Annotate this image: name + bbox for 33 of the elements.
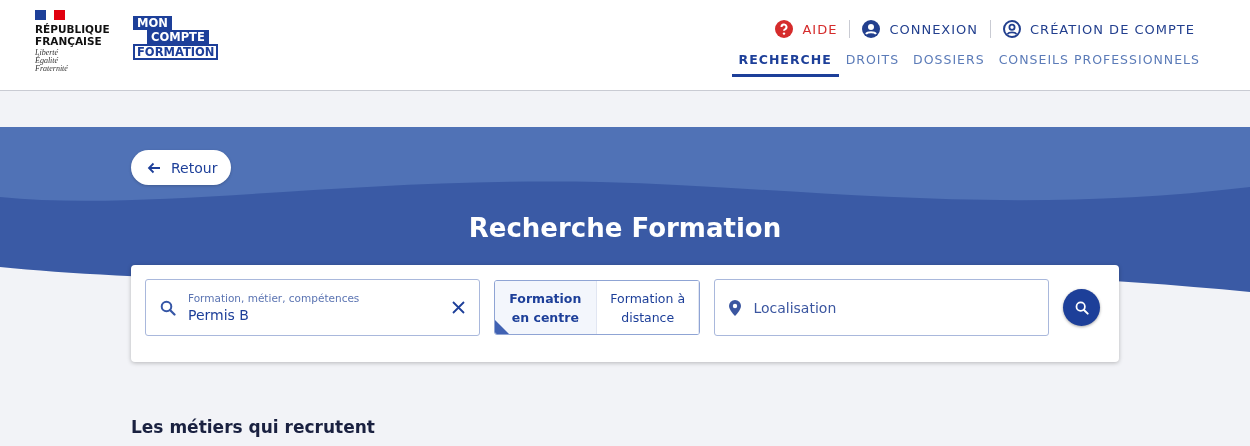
nav-tab[interactable]: RECHERCHE: [731, 52, 839, 77]
arrow-left-icon: [147, 161, 161, 174]
logo-word: MON: [133, 16, 172, 30]
search-button[interactable]: [1063, 289, 1100, 326]
location-field[interactable]: Localisation: [714, 279, 1050, 336]
user-icon: [862, 20, 881, 38]
motto-line: Fraternité: [35, 65, 69, 73]
header-link[interactable]: CONNEXION: [849, 20, 991, 38]
help-icon: [775, 20, 794, 38]
motto-line: Égalité: [35, 57, 59, 65]
close-icon[interactable]: [451, 301, 465, 314]
logo-word: FORMATION: [133, 44, 219, 60]
nav-tab[interactable]: DOSSIERS: [906, 52, 992, 77]
header-link[interactable]: CRÉATION DE COMPTE: [990, 20, 1207, 38]
location-placeholder: Localisation: [753, 299, 837, 316]
header-link[interactable]: AIDE: [763, 20, 850, 38]
user-icon: [1003, 20, 1022, 38]
search-field[interactable]: Formation, métier, compétences Permis B: [145, 279, 480, 336]
logo-word: COMPTE: [147, 30, 209, 44]
nav-tab[interactable]: CONSEILS PROFESSIONNELS: [991, 52, 1207, 77]
mode-tab[interactable]: Formation en centre: [494, 281, 597, 334]
flag-icon: [35, 10, 65, 20]
search-icon: [160, 299, 176, 316]
page-title: Recherche Formation: [467, 213, 783, 243]
republic-name: RÉPUBLIQUE FRANÇAISE: [35, 23, 111, 47]
field-label: Formation, métier, compétences: [188, 292, 361, 304]
nav-tab[interactable]: DROITS: [838, 52, 907, 77]
motto-line: Liberté: [35, 49, 60, 57]
field-value: Permis B: [188, 307, 250, 323]
pin-icon: [729, 299, 742, 316]
section-title: Les métiers qui recrutent: [131, 417, 376, 437]
search-icon: [1074, 300, 1089, 315]
back-button[interactable]: Retour: [131, 150, 232, 185]
